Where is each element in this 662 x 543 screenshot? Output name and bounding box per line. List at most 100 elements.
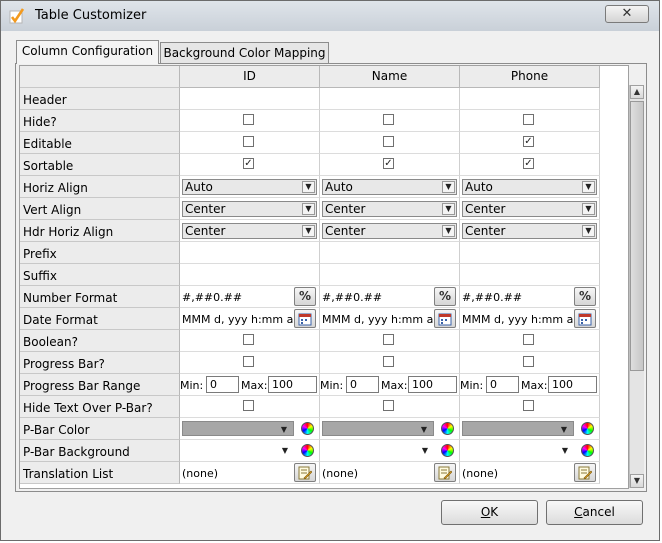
row-label: Date Format [20,308,180,330]
chevron-down-icon[interactable]: ▼ [302,181,315,193]
checkbox[interactable] [383,136,394,147]
edit-translation-button[interactable] [574,463,596,482]
checkbox[interactable]: ✓ [383,158,394,169]
checkbox[interactable] [243,114,254,125]
max-input[interactable]: 100 [408,376,457,393]
dropdown-value: Center [325,202,366,216]
scroll-thumb[interactable] [630,101,644,371]
color-wheel-icon[interactable] [441,444,454,457]
chevron-down-icon[interactable]: ▼ [562,446,568,455]
dropdown-select[interactable]: Center ▼ [322,201,457,217]
color-wheel-icon[interactable] [441,422,454,435]
color-dropdown[interactable]: ▼ [182,421,294,436]
chevron-down-icon[interactable]: ▼ [281,425,287,434]
chevron-down-icon[interactable]: ▼ [442,203,455,215]
chevron-down-icon[interactable]: ▼ [421,425,427,434]
checkbox[interactable]: ✓ [523,158,534,169]
checkbox[interactable] [383,400,394,411]
dropdown-select[interactable]: Auto ▼ [462,179,597,195]
color-wheel-icon[interactable] [301,422,314,435]
chevron-down-icon[interactable]: ▼ [422,446,428,455]
table-cell: Center ▼ [320,220,460,242]
chevron-down-icon[interactable]: ▼ [561,425,567,434]
date-format-value[interactable]: MMM d, yyy h:mm a [182,313,293,326]
chevron-down-icon[interactable]: ▼ [282,446,288,455]
checkmark-icon [9,8,25,24]
vertical-scrollbar[interactable]: ▲ ▼ [629,85,644,488]
cancel-button[interactable]: Cancel [546,500,643,525]
number-format-value[interactable]: #,##0.## [462,291,522,304]
checkbox[interactable] [523,400,534,411]
title-bar[interactable]: Table Customizer ✕ [1,1,659,31]
checkbox[interactable] [383,334,394,345]
calendar-format-button[interactable] [434,309,456,328]
dropdown-select[interactable]: Center ▼ [462,223,597,239]
color-dropdown[interactable]: ▼ [462,421,574,436]
checkbox[interactable] [523,114,534,125]
ok-button[interactable]: OK [441,500,538,525]
chevron-down-icon[interactable]: ▼ [582,225,595,237]
date-format-value[interactable]: MMM d, yyy h:mm a [462,313,573,326]
dropdown-select[interactable]: Auto ▼ [182,179,317,195]
color-dropdown[interactable]: ▼ [322,421,434,436]
chevron-down-icon[interactable]: ▼ [302,203,315,215]
column-header[interactable]: Phone [460,66,600,88]
dropdown-select[interactable]: Center ▼ [462,201,597,217]
max-input[interactable]: 100 [268,376,317,393]
checkbox[interactable] [243,334,254,345]
percent-format-button[interactable]: % [434,287,456,306]
dropdown-select[interactable]: Center ▼ [182,223,317,239]
percent-format-button[interactable]: % [294,287,316,306]
edit-translation-button[interactable] [294,463,316,482]
color-dropdown[interactable]: ▼ [322,443,434,458]
checkbox[interactable] [383,356,394,367]
chevron-down-icon[interactable]: ▼ [582,203,595,215]
dropdown-select[interactable]: Center ▼ [322,223,457,239]
tab-background-color-mapping[interactable]: Background Color Mapping [160,42,329,64]
chevron-down-icon[interactable]: ▼ [302,225,315,237]
scroll-down-arrow[interactable]: ▼ [630,474,644,488]
checkbox[interactable] [523,356,534,367]
number-format-value[interactable]: #,##0.## [182,291,242,304]
scroll-up-arrow[interactable]: ▲ [630,85,644,99]
column-header[interactable]: Name [320,66,460,88]
color-wheel-icon[interactable] [581,444,594,457]
table-cell: ▼ [320,440,460,462]
max-label: Max: [521,379,548,392]
checkbox[interactable] [243,136,254,147]
percent-format-button[interactable]: % [574,287,596,306]
column-header[interactable]: ID [180,66,320,88]
date-format-value[interactable]: MMM d, yyy h:mm a [322,313,433,326]
number-format-value[interactable]: #,##0.## [322,291,382,304]
checkbox[interactable] [383,114,394,125]
color-dropdown[interactable]: ▼ [182,443,294,458]
checkbox[interactable]: ✓ [243,158,254,169]
color-dropdown[interactable]: ▼ [462,443,574,458]
close-button[interactable]: ✕ [605,5,649,23]
checkbox[interactable] [523,334,534,345]
edit-translation-button[interactable] [434,463,456,482]
dropdown-select[interactable]: Auto ▼ [322,179,457,195]
min-input[interactable]: 0 [206,376,239,393]
chevron-down-icon[interactable]: ▼ [582,181,595,193]
min-input[interactable]: 0 [486,376,519,393]
row-label: Progress Bar? [20,352,180,374]
cancel-label: ancel [582,505,615,519]
checkbox[interactable] [243,400,254,411]
dropdown-value: Center [185,224,226,238]
tab-column-configuration[interactable]: Column Configuration [16,40,159,64]
color-wheel-icon[interactable] [301,444,314,457]
checkbox[interactable] [243,356,254,367]
ok-mnemonic: O [480,505,491,519]
calendar-format-button[interactable] [574,309,596,328]
dropdown-select[interactable]: Center ▼ [182,201,317,217]
max-input[interactable]: 100 [548,376,597,393]
checkbox[interactable]: ✓ [523,136,534,147]
min-input[interactable]: 0 [346,376,379,393]
calendar-format-button[interactable] [294,309,316,328]
table-row: Progress Bar Range Min: 0 Max: 100 Min: 0 Max: 1… [20,374,628,396]
chevron-down-icon[interactable]: ▼ [442,181,455,193]
chevron-down-icon[interactable]: ▼ [442,225,455,237]
row-label: Horiz Align [20,176,180,198]
color-wheel-icon[interactable] [581,422,594,435]
